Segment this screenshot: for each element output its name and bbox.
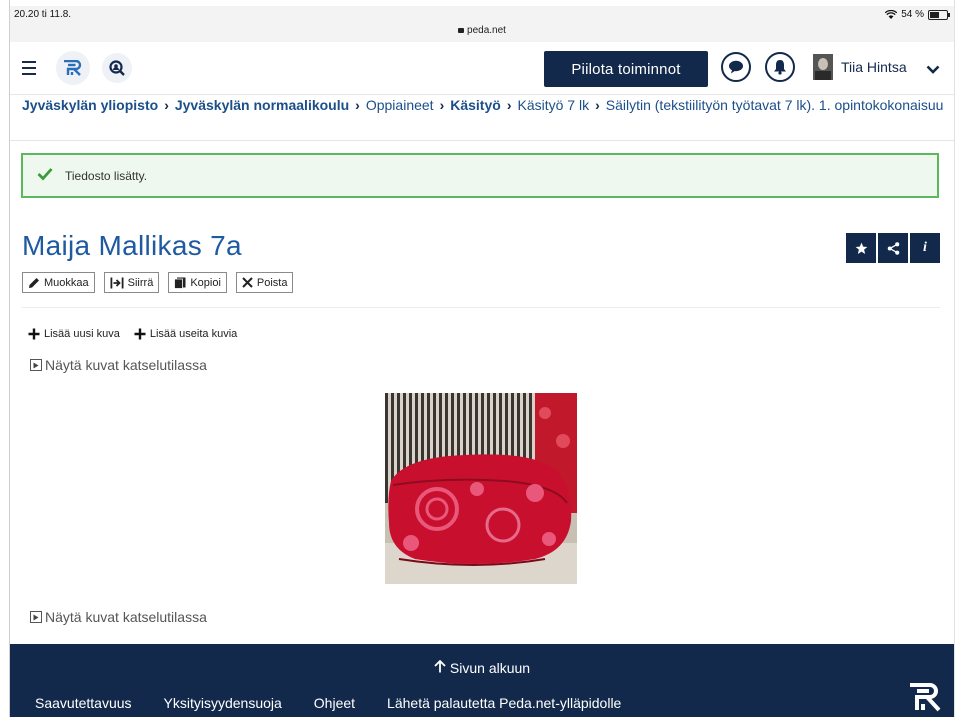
wifi-icon	[885, 10, 898, 19]
avatar[interactable]	[813, 54, 833, 80]
add-image-label: Lisää uusi kuva	[44, 328, 120, 340]
footer-link-accessibility[interactable]: Saavutettavuus	[35, 695, 132, 711]
footer-link-feedback[interactable]: Lähetä palautetta Peda.net-ylläpidolle	[387, 695, 621, 711]
browser-status-bar: 20.20 ti 11.8. peda.net 54 %	[10, 6, 954, 42]
breadcrumb-item[interactable]: Käsityö	[450, 97, 501, 113]
play-icon	[30, 611, 42, 623]
footer-link-privacy[interactable]: Yksityisyydensuoja	[164, 695, 282, 711]
address-bar[interactable]: peda.net	[10, 25, 954, 36]
footer-links: Saavutettavuus Yksityisyydensuoja Ohjeet…	[35, 695, 621, 711]
favorite-button[interactable]	[846, 233, 876, 263]
edit-button[interactable]: Muokkaa	[22, 272, 95, 293]
move-label: Siirrä	[127, 276, 154, 289]
add-image-link[interactable]: Lisää uusi kuva	[28, 328, 120, 340]
search-icon[interactable]	[102, 53, 132, 83]
menu-icon[interactable]	[22, 61, 36, 75]
arrow-up-icon	[434, 659, 446, 676]
view-slideshow-label: Näytä kuvat katselutilassa	[45, 609, 207, 625]
delete-label: Poista	[256, 276, 288, 289]
back-to-top-link[interactable]: Sivun alkuun	[10, 659, 954, 676]
status-indicators: 54 %	[885, 9, 950, 20]
view-slideshow-link[interactable]: Näytä kuvat katselutilassa	[30, 357, 207, 373]
delete-button[interactable]: Poista	[235, 272, 294, 293]
user-name[interactable]: Tiia Hintsa	[841, 59, 907, 75]
copy-icon	[174, 277, 186, 289]
pencil-icon	[29, 277, 39, 288]
breadcrumb-item[interactable]: Säilytin (tekstiilityön työtavat 7 lk). …	[606, 97, 944, 113]
hide-actions-button[interactable]: Piilota toiminnot	[544, 51, 708, 87]
page-title: Maija Mallikas 7a	[22, 230, 242, 261]
add-image-actions: Lisää uusi kuva Lisää useita kuvia	[28, 328, 237, 340]
footer-link-help[interactable]: Ohjeet	[314, 695, 355, 711]
bell-icon[interactable]	[765, 52, 795, 82]
url-text: peda.net	[467, 25, 506, 36]
chat-icon[interactable]	[721, 52, 751, 82]
chevron-right-icon: ›	[355, 97, 360, 113]
lock-icon	[458, 28, 465, 33]
chevron-right-icon: ›	[595, 97, 600, 113]
copy-button[interactable]: Kopioi	[168, 272, 227, 293]
view-slideshow-link[interactable]: Näytä kuvat katselutilassa	[30, 609, 207, 625]
share-icon	[887, 241, 899, 255]
chevron-right-icon: ›	[164, 97, 169, 113]
edit-label: Muokkaa	[44, 276, 89, 289]
chevron-down-icon[interactable]	[926, 62, 940, 80]
title-actions: i	[846, 233, 940, 263]
move-icon	[110, 277, 124, 288]
plus-icon	[134, 328, 146, 340]
play-icon	[30, 359, 42, 371]
peda-logo-icon[interactable]	[56, 51, 90, 85]
info-icon: i	[923, 240, 927, 255]
divider	[22, 307, 940, 308]
info-button[interactable]: i	[910, 233, 940, 263]
add-multiple-images-label: Lisää useita kuvia	[149, 328, 238, 340]
star-icon	[855, 242, 867, 254]
peda-logo-icon[interactable]	[908, 682, 942, 717]
view-slideshow-label: Näytä kuvat katselutilassa	[45, 357, 207, 373]
breadcrumb-item[interactable]: Käsityö 7 lk	[517, 97, 589, 113]
plus-icon	[28, 328, 40, 340]
close-icon	[242, 277, 253, 288]
breadcrumb-item[interactable]: Oppiaineet	[366, 97, 434, 113]
checkmark-icon	[37, 167, 53, 186]
gallery-image[interactable]	[385, 393, 577, 584]
add-multiple-images-link[interactable]: Lisää useita kuvia	[134, 328, 237, 340]
move-button[interactable]: Siirrä	[103, 272, 160, 293]
share-button[interactable]	[878, 233, 908, 263]
status-time: 20.20 ti 11.8.	[14, 9, 72, 20]
top-navigation: Piilota toiminnot Tiia Hintsa	[10, 42, 954, 95]
copy-label: Kopioi	[190, 276, 221, 289]
battery-percent: 54 %	[901, 9, 924, 20]
edit-toolbar: Muokkaa Siirrä Kopioi Poista	[22, 272, 294, 293]
battery-icon	[928, 9, 950, 20]
divider	[10, 140, 954, 141]
footer: Sivun alkuun Saavutettavuus Yksityisyyde…	[10, 644, 954, 717]
success-alert: Tiedosto lisätty.	[21, 153, 939, 198]
breadcrumb-item[interactable]: Jyväskylän yliopisto	[22, 97, 158, 113]
breadcrumb-item[interactable]: Jyväskylän normaalikoulu	[175, 97, 349, 113]
alert-message: Tiedosto lisätty.	[65, 169, 148, 183]
chevron-right-icon: ›	[439, 97, 445, 113]
breadcrumb: Jyväskylän yliopisto › Jyväskylän normaali…	[10, 94, 954, 120]
back-to-top-label: Sivun alkuun	[449, 660, 531, 676]
chevron-right-icon: ›	[506, 97, 512, 113]
